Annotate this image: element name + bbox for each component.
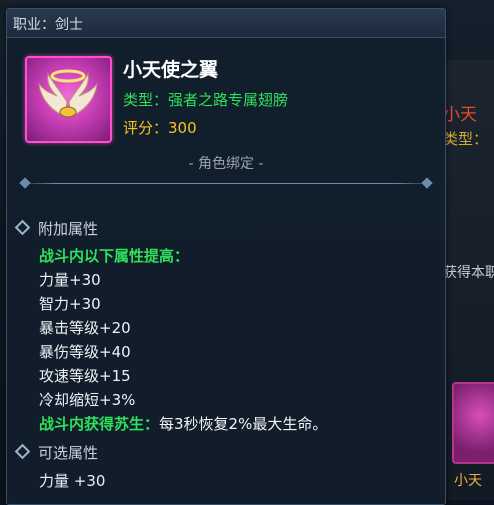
background-text: 获得本职 [443, 265, 494, 281]
stat-line: 暴伤等级+40 [39, 343, 131, 361]
stat-line: 攻速等级+15 [39, 367, 131, 385]
item-score: 评分：300 [123, 119, 197, 137]
stat-line: 冷却缩短+3% [39, 391, 136, 409]
divider [15, 183, 437, 184]
diamond-bullet-icon [14, 219, 31, 236]
item-tooltip: 职业：剑士 小天使之翼 类型：强者之路专属翅膀 评分：300 - 角色绑定 - … [6, 8, 446, 505]
background-item-type: 类型： [443, 130, 489, 148]
stat-line: 力量+30 [39, 271, 101, 289]
diamond-bullet-icon [14, 443, 31, 460]
tooltip-header: 职业：剑士 [7, 9, 445, 38]
combat-bonus-header: 战斗内以下属性提高： [39, 247, 190, 265]
job-label: 职业：剑士 [13, 17, 83, 33]
divider-left-ornament [19, 177, 31, 189]
bonus-attributes-title: 附加属性 [14, 218, 98, 239]
angel-wings-icon [25, 56, 112, 143]
divider-right-ornament [421, 177, 433, 189]
revive-label: 战斗内获得苏生： [39, 415, 160, 433]
binding-status: - 角色绑定 - [188, 156, 264, 172]
stat-line: 暴击等级+20 [39, 319, 131, 337]
stat-line: 智力+30 [39, 295, 101, 313]
optional-attributes-title: 可选属性 [14, 442, 98, 463]
item-type: 类型：强者之路专属翅膀 [123, 91, 289, 109]
optional-stat-line: 力量 +30 [39, 472, 106, 490]
background-item-slot[interactable] [452, 382, 494, 464]
item-name: 小天使之翼 [123, 59, 219, 81]
background-item-name: 小天 [443, 105, 477, 125]
revive-effect-line: 战斗内获得苏生：每3秒恢复2%最大生命。 [39, 413, 327, 434]
background-item-label: 小天 [454, 473, 482, 489]
revive-description: 每3秒恢复2%最大生命。 [159, 415, 328, 433]
